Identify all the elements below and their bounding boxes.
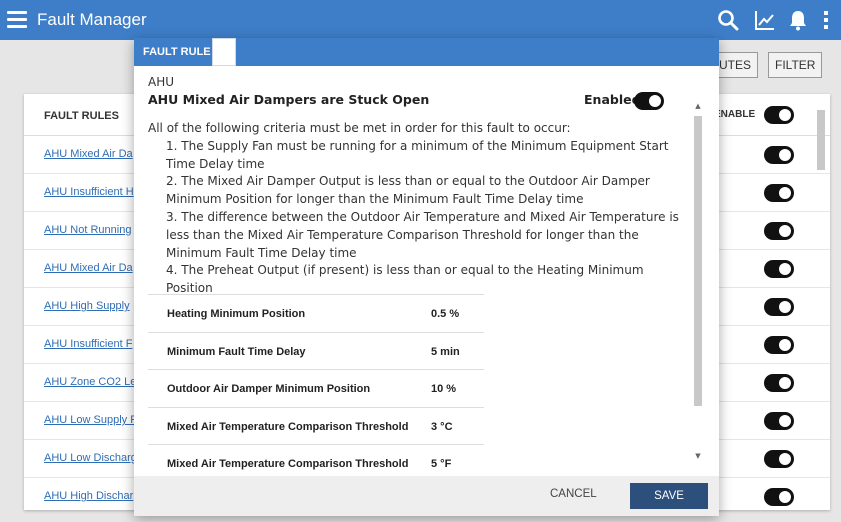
fault-rules-column-header: FAULT RULES xyxy=(44,110,119,122)
criterion-3: 3. The difference between the Outdoor Ai… xyxy=(166,209,679,260)
search-icon[interactable] xyxy=(716,8,740,32)
parameter-row: Mixed Air Temperature Comparison Thresho… xyxy=(148,444,484,476)
criterion-4: 4. The Preheat Output (if present) is le… xyxy=(166,263,644,296)
dialog-header: FAULT RULE xyxy=(134,38,719,66)
parameter-row: Mixed Air Temperature Comparison Thresho… xyxy=(148,406,484,445)
rule-enable-toggle[interactable] xyxy=(764,260,794,278)
fault-rule-link[interactable]: AHU Low Supply F xyxy=(44,414,137,426)
fault-rule-link[interactable]: AHU Insufficient H xyxy=(44,186,134,198)
rule-enable-toggle[interactable] xyxy=(764,450,794,468)
parameter-value[interactable]: 5 °F xyxy=(431,458,451,470)
enabled-label: Enabled xyxy=(584,92,641,107)
parameter-value[interactable]: 3 °C xyxy=(431,421,453,433)
parameter-name: Minimum Fault Time Delay xyxy=(167,345,306,358)
rule-enable-toggle[interactable] xyxy=(764,184,794,202)
fault-rule-link[interactable]: AHU Mixed Air Da xyxy=(44,148,133,160)
app-bar: Fault Manager xyxy=(0,0,841,40)
dialog-scrollbar[interactable]: ▲ ▼ xyxy=(693,102,703,476)
parameter-name: Heating Minimum Position xyxy=(167,308,306,320)
filter-button[interactable]: FILTER xyxy=(768,52,823,78)
description-intro: All of the following criteria must be me… xyxy=(148,121,571,135)
criterion-2: 2. The Mixed Air Damper Output is less t… xyxy=(166,174,650,207)
parameter-row: Outdoor Air Damper Minimum Position 10 % xyxy=(148,369,484,407)
parameter-row: Heating Minimum Position 0.5 % xyxy=(148,294,484,332)
fault-rule-link[interactable]: AHU Low Discharg xyxy=(44,452,137,464)
parameter-name: Mixed Air Temperature Comparison Thresho… xyxy=(167,458,409,470)
fault-rule-link[interactable]: AHU Not Running xyxy=(44,224,131,236)
rule-enable-toggle[interactable] xyxy=(764,336,794,354)
more-vertical-icon[interactable] xyxy=(814,8,838,32)
rule-enable-toggle[interactable] xyxy=(764,412,794,430)
parameter-name: Outdoor Air Damper Minimum Position xyxy=(167,383,371,395)
menu-icon[interactable] xyxy=(7,11,27,28)
rule-description: All of the following criteria must be me… xyxy=(148,120,693,298)
rule-category: AHU xyxy=(148,75,175,89)
dialog-tab-indicator[interactable] xyxy=(212,38,236,66)
rule-enable-toggle[interactable] xyxy=(764,488,794,506)
dialog-title: FAULT RULE xyxy=(143,46,211,58)
dialog-footer: CANCEL SAVE xyxy=(134,476,719,516)
parameter-value[interactable]: 0.5 % xyxy=(431,308,459,320)
rule-enable-toggle[interactable] xyxy=(764,146,794,164)
parameter-name: Mixed Air Temperature Comparison Thresho… xyxy=(167,420,409,433)
rule-enabled-toggle[interactable] xyxy=(634,92,664,110)
dialog-body: AHU AHU Mixed Air Dampers are Stuck Open… xyxy=(134,66,719,476)
fault-rule-dialog: FAULT RULE AHU AHU Mixed Air Dampers are… xyxy=(134,38,719,516)
fault-rule-link[interactable]: AHU Insufficient F xyxy=(44,338,132,350)
cancel-button[interactable]: CANCEL xyxy=(550,488,597,500)
parameter-row: Minimum Fault Time Delay 5 min xyxy=(148,331,484,370)
fault-rule-link[interactable]: AHU Mixed Air Da xyxy=(44,262,133,274)
scroll-down-icon[interactable]: ▼ xyxy=(694,452,702,460)
enable-column-header: ENABLE xyxy=(714,109,756,120)
fault-rule-link[interactable]: AHU Zone CO2 Le xyxy=(44,376,136,388)
trend-chart-icon[interactable] xyxy=(753,8,777,32)
save-button[interactable]: SAVE xyxy=(630,483,708,509)
fault-rule-link[interactable]: AHU High Supply xyxy=(44,300,130,312)
rule-name: AHU Mixed Air Dampers are Stuck Open xyxy=(148,92,430,107)
rule-enable-toggle[interactable] xyxy=(764,222,794,240)
fault-rule-link[interactable]: AHU High Dischar xyxy=(44,490,133,502)
bell-icon[interactable] xyxy=(786,8,810,32)
rule-enable-toggle[interactable] xyxy=(764,298,794,316)
scroll-up-icon[interactable]: ▲ xyxy=(694,102,702,110)
enable-all-toggle[interactable] xyxy=(764,106,794,124)
parameter-value[interactable]: 5 min xyxy=(431,346,460,358)
parameter-value[interactable]: 10 % xyxy=(431,383,456,395)
criterion-1: 1. The Supply Fan must be running for a … xyxy=(166,138,669,171)
table-scrollbar[interactable] xyxy=(816,100,826,500)
app-title: Fault Manager xyxy=(37,10,147,29)
rule-enable-toggle[interactable] xyxy=(764,374,794,392)
parameters-table: Heating Minimum Position 0.5 % Minimum Fau… xyxy=(148,294,484,476)
